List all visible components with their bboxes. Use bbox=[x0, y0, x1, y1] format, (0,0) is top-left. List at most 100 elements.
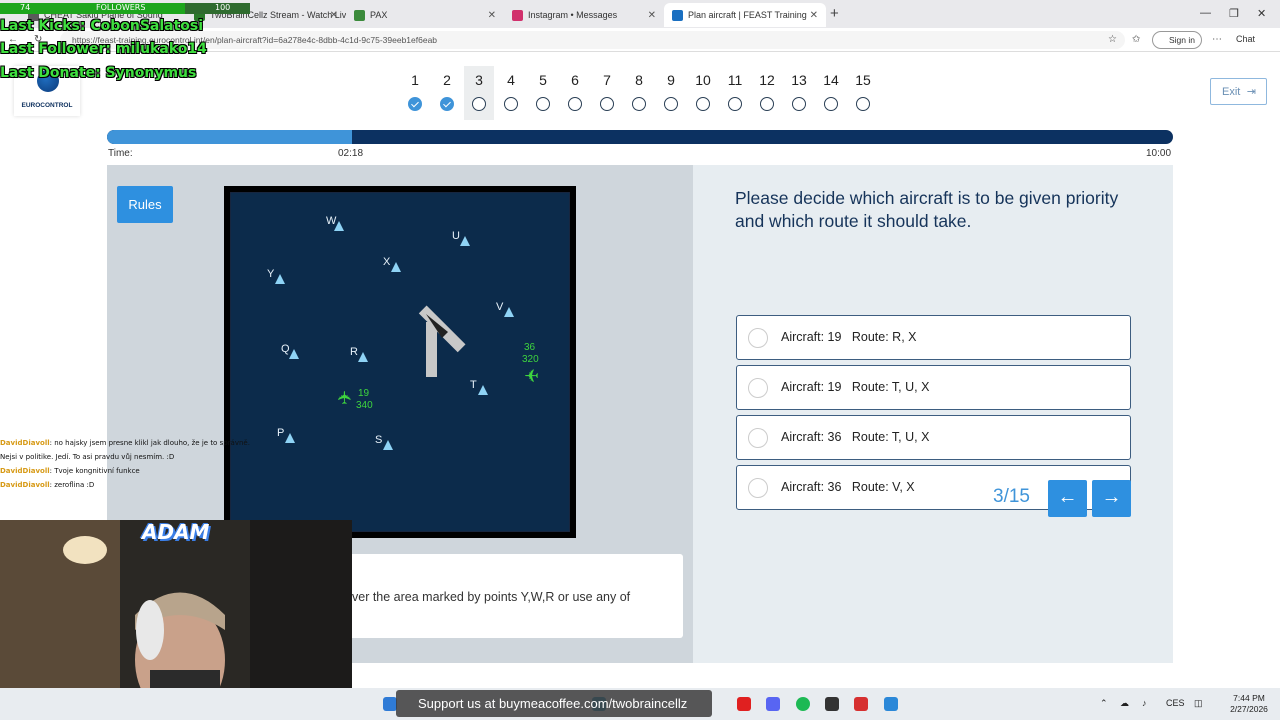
sign-in-button[interactable]: Sign in bbox=[1152, 31, 1202, 49]
browser-tab[interactable]: PAX ✕ bbox=[346, 3, 504, 27]
step-number: 15 bbox=[855, 72, 871, 88]
radio-button[interactable] bbox=[748, 328, 768, 348]
step-9[interactable]: 9 bbox=[656, 66, 686, 120]
step-7[interactable]: 7 bbox=[592, 66, 622, 120]
spotify-icon[interactable] bbox=[796, 697, 810, 711]
step-pending-icon bbox=[760, 97, 774, 111]
hint-text: ver the area marked by points Y,W,R or u… bbox=[352, 590, 631, 604]
answer-option[interactable]: Aircraft: 36 Route: T, U, X bbox=[736, 415, 1131, 460]
step-number: 7 bbox=[603, 72, 611, 88]
step-13[interactable]: 13 bbox=[784, 66, 814, 120]
waypoint-label: S bbox=[375, 434, 382, 446]
obs-icon[interactable] bbox=[825, 697, 839, 711]
step-15[interactable]: 15 bbox=[848, 66, 878, 120]
start-icon[interactable] bbox=[383, 697, 397, 711]
step-5[interactable]: 5 bbox=[528, 66, 558, 120]
close-window-icon[interactable]: ✕ bbox=[1257, 7, 1266, 20]
step-11[interactable]: 11 bbox=[720, 66, 750, 120]
step-pending-icon bbox=[568, 97, 582, 111]
follower-goal-bar: 74 FOLLOWERS 100 bbox=[0, 3, 250, 14]
radio-button[interactable] bbox=[748, 428, 768, 448]
tab-favicon-icon bbox=[672, 9, 683, 21]
network-icon[interactable]: ☁ bbox=[1120, 698, 1129, 709]
step-pending-icon bbox=[536, 97, 550, 111]
step-1[interactable]: 1 bbox=[400, 66, 430, 120]
step-2[interactable]: 2 bbox=[432, 66, 462, 120]
close-tab-icon[interactable]: ✕ bbox=[648, 10, 656, 21]
radio-button[interactable] bbox=[748, 378, 768, 398]
browser-tab[interactable]: Instagram • Messages ✕ bbox=[504, 3, 664, 27]
answer-option[interactable]: Aircraft: 19 Route: T, U, X bbox=[736, 365, 1131, 410]
chat-message: DavidDiavoll: Tvoje kongnitivní funkce bbox=[0, 464, 300, 478]
tab-title: Plan aircraft | FEAST Training bbox=[688, 10, 807, 20]
waypoint-label: Y bbox=[267, 268, 275, 280]
arrow-left-icon: ← bbox=[1057, 486, 1078, 508]
step-number: 11 bbox=[727, 72, 743, 88]
app-icon[interactable] bbox=[884, 697, 898, 711]
language-indicator[interactable]: CES bbox=[1166, 698, 1185, 708]
tray-chevron-icon[interactable]: ⌃ bbox=[1100, 698, 1108, 709]
clock-time: 7:44 PM bbox=[1233, 693, 1265, 703]
bookmark-star-icon[interactable]: ☆ bbox=[1108, 34, 1117, 45]
restore-icon[interactable]: ❐ bbox=[1229, 7, 1239, 20]
aircraft-level: 320 bbox=[522, 354, 539, 365]
minimize-icon[interactable]: — bbox=[1200, 7, 1211, 19]
step-number: 10 bbox=[695, 72, 711, 88]
close-tab-icon[interactable]: ✕ bbox=[330, 10, 338, 21]
url-field[interactable]: https://feast-training.eurocontrol.int/e… bbox=[60, 31, 1125, 49]
option-route: Route: T, U, X bbox=[851, 380, 930, 394]
step-14[interactable]: 14 bbox=[816, 66, 846, 120]
aircraft-id: 36 bbox=[524, 342, 536, 353]
followers-count: 74 bbox=[20, 3, 31, 12]
step-done-icon bbox=[408, 97, 422, 111]
microphone-icon[interactable]: ♪ bbox=[1142, 698, 1147, 708]
rules-button[interactable]: Rules bbox=[117, 186, 173, 223]
step-6[interactable]: 6 bbox=[560, 66, 590, 120]
favorites-icon[interactable]: ✩ bbox=[1132, 34, 1140, 45]
more-menu-icon[interactable]: ⋯ bbox=[1212, 34, 1222, 45]
system-clock[interactable]: 7:44 PM 2/27/2026 bbox=[1224, 693, 1274, 715]
discord-icon[interactable] bbox=[766, 697, 780, 711]
new-tab-icon[interactable]: + bbox=[830, 5, 839, 22]
aircraft-id: 19 bbox=[358, 388, 370, 399]
step-4[interactable]: 4 bbox=[496, 66, 526, 120]
step-number: 2 bbox=[443, 72, 451, 88]
step-12[interactable]: 12 bbox=[752, 66, 782, 120]
exit-arrow-icon: ⇥ bbox=[1246, 86, 1256, 98]
youtube-icon[interactable] bbox=[737, 697, 751, 711]
exit-label: Exit bbox=[1222, 86, 1241, 98]
volume-icon[interactable]: ◫ bbox=[1194, 698, 1203, 709]
page-indicator: 3/15 bbox=[993, 486, 1030, 507]
close-tab-icon[interactable]: ✕ bbox=[488, 10, 496, 21]
step-10[interactable]: 10 bbox=[688, 66, 718, 120]
step-pending-icon bbox=[856, 97, 870, 111]
app-icon[interactable] bbox=[854, 697, 868, 711]
stream-chat: DavidDiavoll: no hajsky jsem presne klik… bbox=[0, 436, 300, 492]
previous-button[interactable]: ← bbox=[1048, 480, 1087, 517]
step-pending-icon bbox=[824, 97, 838, 111]
exit-button[interactable]: Exit ⇥ bbox=[1210, 78, 1267, 105]
step-pending-icon bbox=[696, 97, 710, 111]
chat-text: : Tvoje kongnitivní funkce bbox=[49, 467, 140, 475]
tab-favicon-icon bbox=[512, 9, 523, 21]
step-number: 3 bbox=[475, 72, 483, 88]
step-pending-icon bbox=[664, 97, 678, 111]
step-3[interactable]: 3 bbox=[464, 66, 494, 120]
tab-title: PAX bbox=[370, 10, 388, 20]
answer-option[interactable]: Aircraft: 19 Route: R, X bbox=[736, 315, 1131, 360]
step-number: 1 bbox=[411, 72, 419, 88]
copilot-chat-button[interactable]: Chat bbox=[1236, 34, 1255, 44]
step-number: 9 bbox=[667, 72, 675, 88]
radio-button[interactable] bbox=[748, 478, 768, 498]
step-pending-icon bbox=[792, 97, 806, 111]
next-button[interactable]: → bbox=[1092, 480, 1131, 517]
step-pending-icon bbox=[504, 97, 518, 111]
clock-date: 2/27/2026 bbox=[1230, 704, 1268, 714]
waypoint-label: U bbox=[452, 230, 460, 242]
step-8[interactable]: 8 bbox=[624, 66, 654, 120]
timer-progress-bar bbox=[107, 130, 1173, 144]
chat-text: : zeroflina :D bbox=[49, 481, 95, 489]
browser-tab-active[interactable]: Plan aircraft | FEAST Training ✕ bbox=[664, 3, 826, 27]
option-route: Route: V, X bbox=[851, 480, 915, 494]
close-tab-icon[interactable]: ✕ bbox=[810, 10, 818, 21]
